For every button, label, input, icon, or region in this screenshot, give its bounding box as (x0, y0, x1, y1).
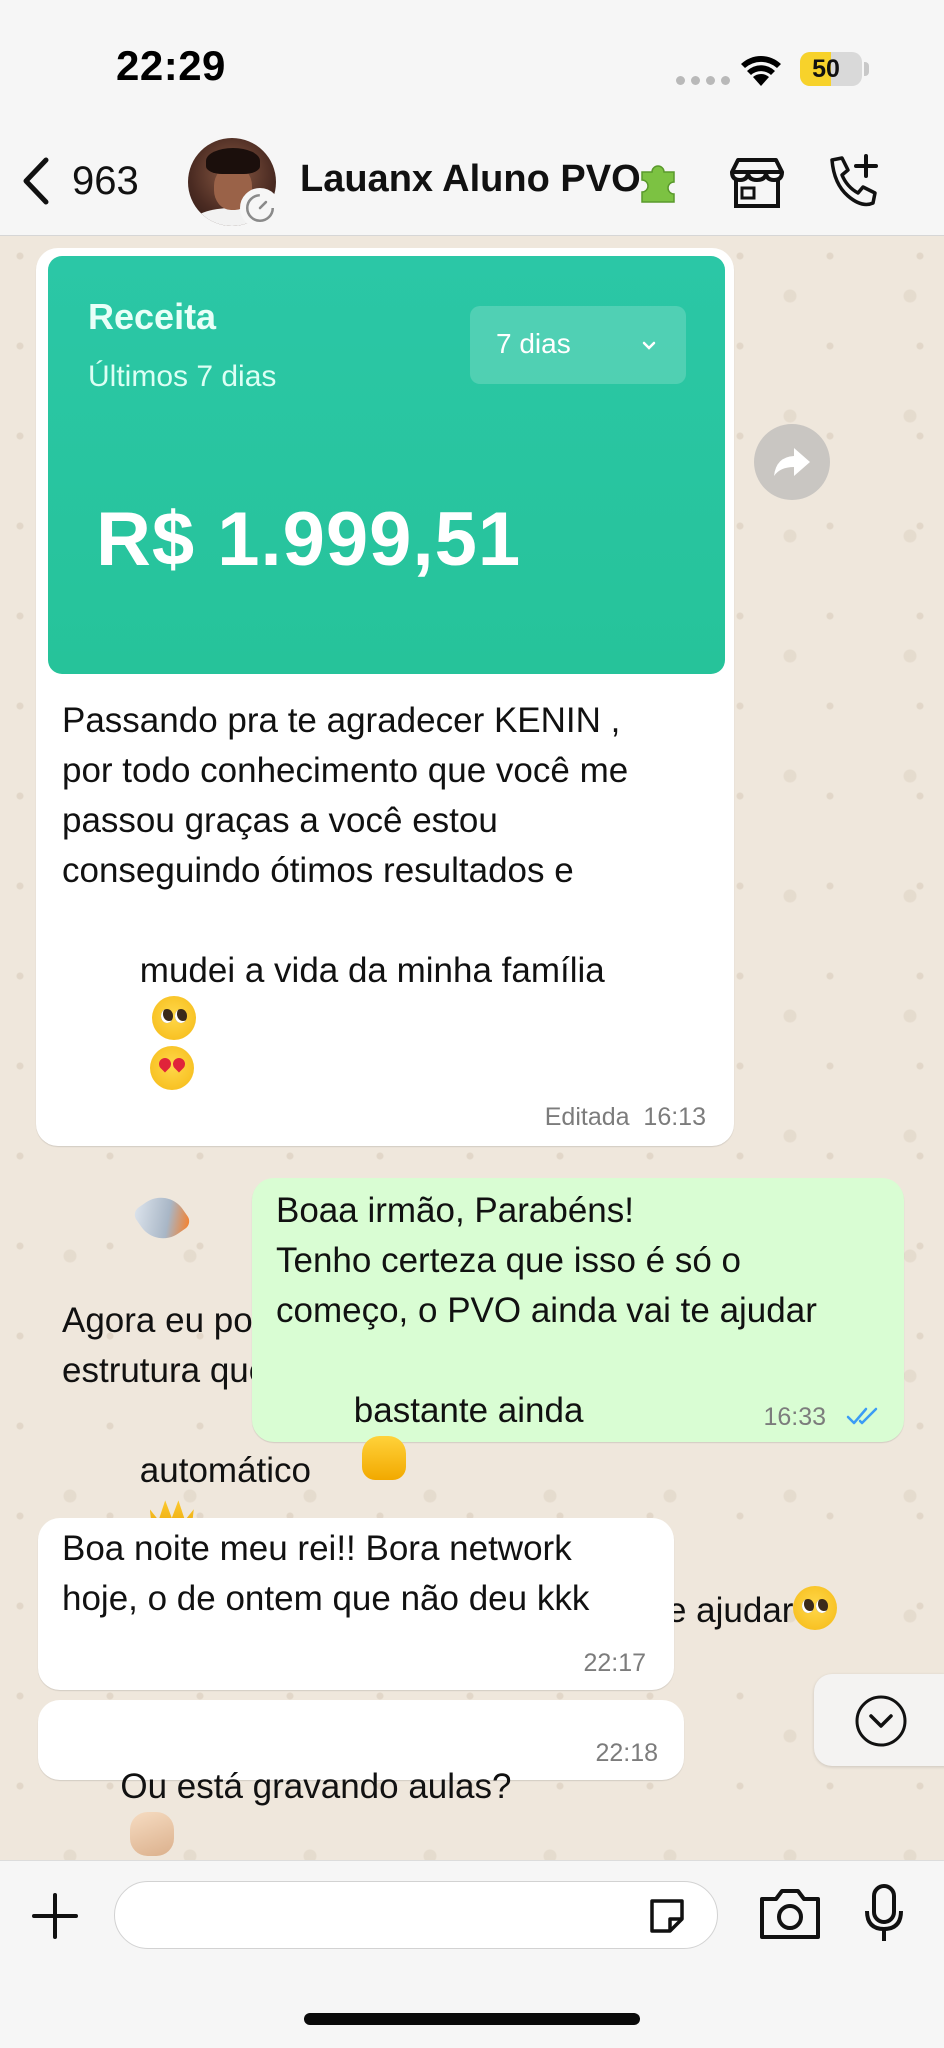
revenue-amount: R$ 1.999,51 (96, 497, 522, 582)
period-dropdown-label: 7 dias (496, 328, 571, 359)
chevron-left-icon (23, 157, 49, 205)
message-line: passou graças a você estou (62, 801, 498, 840)
mic-icon[interactable] (862, 1883, 906, 1945)
pleading-face-icon (793, 1586, 838, 1630)
message-line: Tenho certeza que isso é só o (276, 1241, 742, 1280)
forward-button[interactable] (754, 424, 830, 500)
message-line-text: Ou está gravando aulas? (120, 1767, 512, 1806)
contact-name[interactable]: Lauanx Aluno PVO (300, 158, 641, 201)
message-line: por todo conhecimento que você me (62, 751, 629, 790)
clapping-hands-icon (130, 1812, 175, 1856)
input-bar (0, 1860, 944, 2048)
sticker-icon[interactable] (646, 1895, 688, 1937)
pleading-face-icon (151, 996, 196, 1040)
cellular-signal-icon (676, 76, 730, 85)
unread-count: 963 (72, 158, 139, 203)
battery-icon: 50 (800, 52, 862, 86)
revenue-subtitle: Últimos 7 dias (88, 360, 277, 393)
chevron-down-circle-icon (855, 1695, 907, 1747)
battery-cap (864, 62, 869, 76)
rocket-icon (131, 1187, 193, 1249)
double-check-icon (846, 1407, 878, 1425)
chevron-down-icon (642, 341, 656, 350)
battery-level: 50 (812, 55, 840, 83)
plus-icon[interactable] (30, 1891, 80, 1941)
message-time: 22:17 (583, 1649, 646, 1677)
wifi-icon (741, 56, 781, 86)
revenue-card[interactable]: Receita Últimos 7 dias 7 dias R$ 1.999,5… (48, 256, 725, 674)
call-add-icon[interactable] (822, 152, 882, 212)
timer-icon (240, 188, 280, 228)
revenue-title: Receita (88, 296, 217, 337)
message-line-text: bastante ainda (353, 1391, 584, 1430)
message-line-text: mudei a vida da minha família (139, 951, 605, 990)
message-bubble-received[interactable]: Boa noite meu rei!! Bora network hoje, o… (38, 1518, 674, 1690)
camera-icon[interactable] (756, 1885, 824, 1943)
message-line: Boaa irmão, Parabéns! (276, 1191, 634, 1230)
raised-hands-icon (361, 1436, 406, 1480)
back-button[interactable]: 963 (18, 154, 139, 208)
message-line: conseguindo ótimos resultados e (62, 851, 574, 890)
message-line: bastante ainda (276, 1336, 896, 1536)
message-input[interactable] (114, 1881, 718, 1949)
message-bubble-received[interactable]: Receita Últimos 7 dias 7 dias R$ 1.999,5… (36, 248, 734, 1590)
puzzle-icon (641, 165, 675, 203)
store-icon[interactable] (726, 154, 788, 212)
status-time: 22:29 (116, 42, 226, 89)
chat-area[interactable]: Receita Últimos 7 dias 7 dias R$ 1.999,5… (0, 236, 944, 1860)
scroll-to-bottom-button[interactable] (814, 1674, 944, 1766)
message-bubble-received[interactable]: Ou está gravando aulas? 22:18 (38, 1700, 684, 1856)
status-bar: 22:29 50 (0, 0, 944, 128)
message-time: 16:33 (763, 1403, 826, 1431)
message-bubble-sent[interactable]: Boaa irmão, Parabéns! Tenho certeza que … (252, 1178, 904, 1630)
message-time: 22:18 (595, 1739, 658, 1767)
message-line: Ou está gravando aulas? (62, 1712, 511, 1860)
message-line: Passando pra te agradecer KENIN , (62, 701, 621, 740)
message-text: Boa noite meu rei!! Bora network hoje, o… (62, 1524, 662, 1624)
period-dropdown[interactable]: 7 dias (470, 306, 686, 384)
heart-eyes-icon (149, 1046, 194, 1090)
home-indicator (304, 2013, 640, 2025)
message-line: começo, o PVO ainda vai te ajudar (276, 1291, 817, 1330)
message-line: hoje, o de ontem que não deu kkk (62, 1579, 590, 1618)
chat-header: 963 Lauanx Aluno PVO (0, 128, 944, 236)
message-line: Boa noite meu rei!! Bora network (62, 1529, 572, 1568)
forward-icon (774, 448, 810, 476)
message-meta: Editada 16:13 (544, 1103, 706, 1131)
